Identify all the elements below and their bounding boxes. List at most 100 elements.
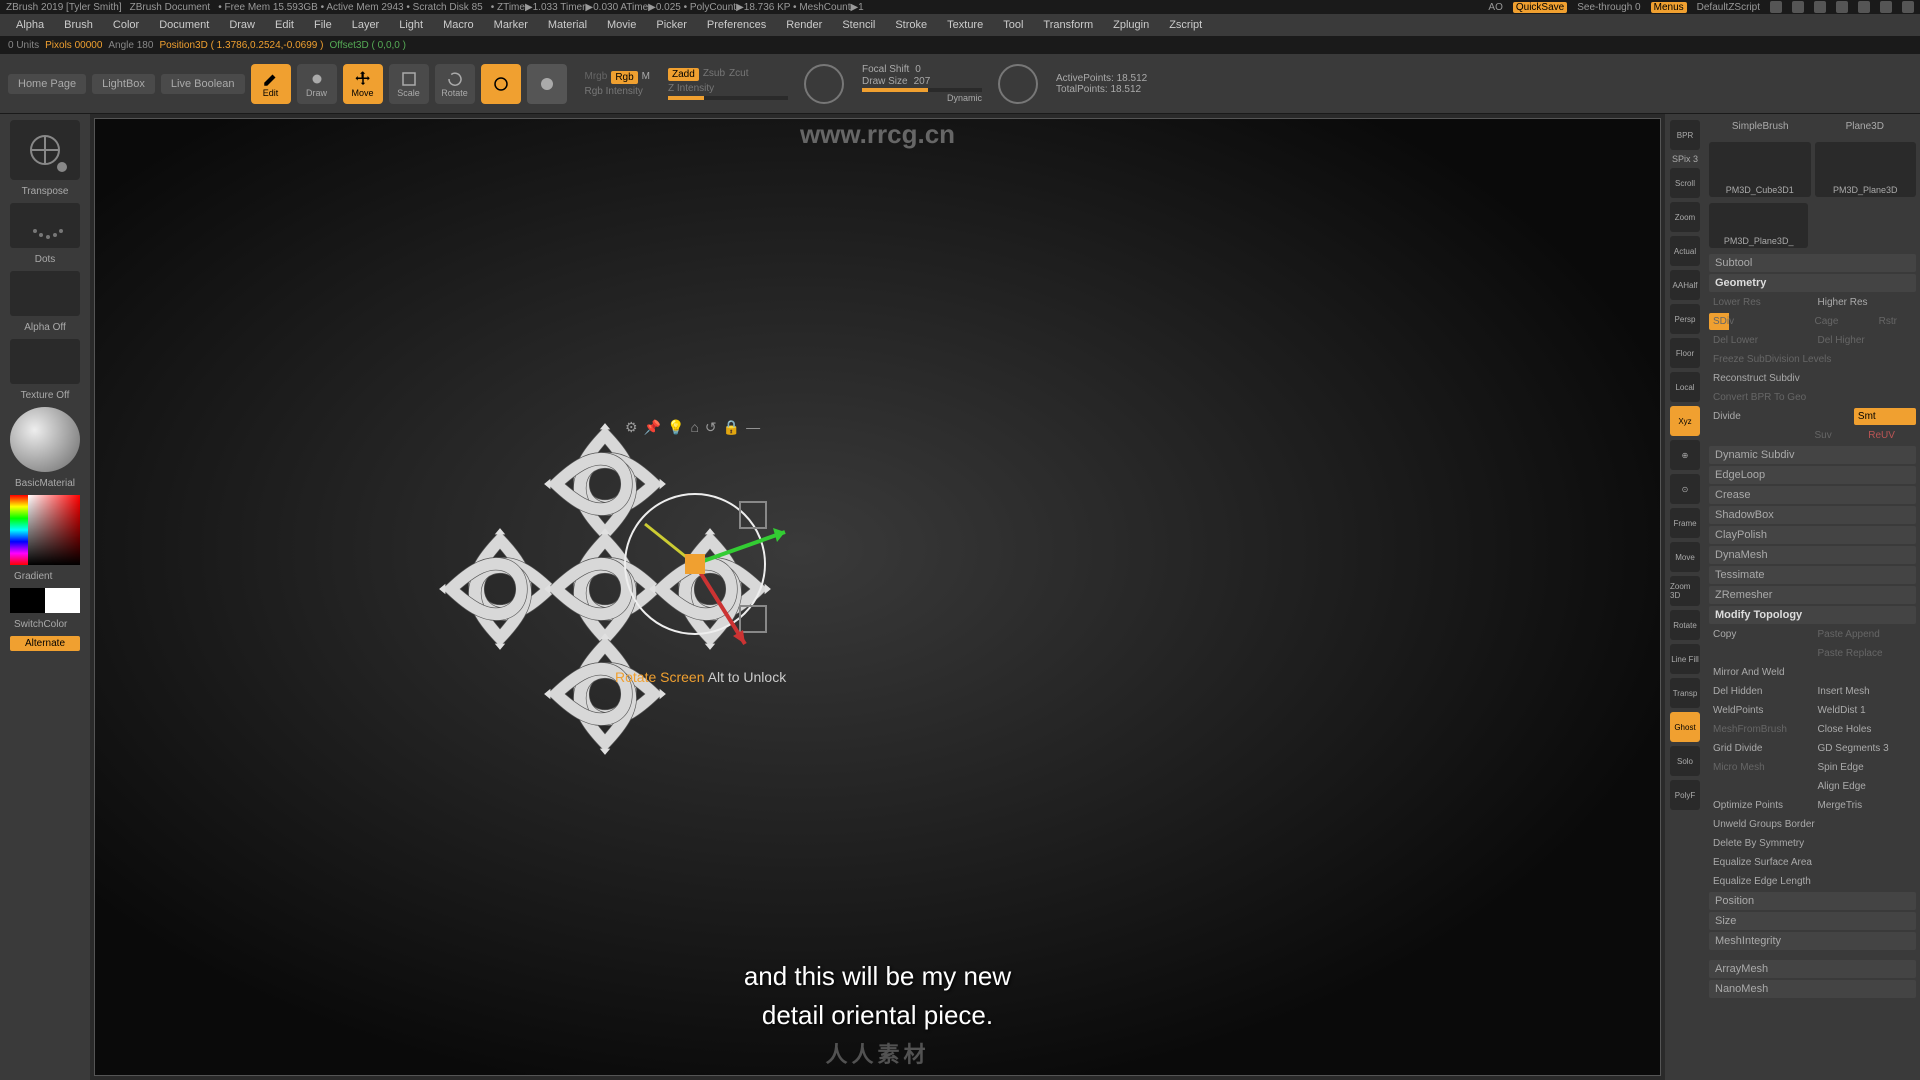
ghost-button[interactable]: Ghost	[1670, 712, 1700, 742]
subtool-section[interactable]: Subtool	[1709, 254, 1916, 272]
floor-button[interactable]: Floor	[1670, 338, 1700, 368]
bpr-button[interactable]: BPR	[1670, 120, 1700, 150]
edgeloop-section[interactable]: EdgeLoop	[1709, 466, 1916, 484]
menu-document[interactable]: Document	[151, 17, 217, 33]
center-button[interactable]: ⊕	[1670, 440, 1700, 470]
lock-gizmo-icon[interactable]: 🔒	[723, 419, 740, 436]
meshintegrity-section[interactable]: MeshIntegrity	[1709, 932, 1916, 950]
arraymesh-section[interactable]: ArrayMesh	[1709, 960, 1916, 978]
rgb-button[interactable]: Rgb	[611, 71, 637, 84]
transpose-thumb[interactable]	[10, 120, 80, 180]
menu-stencil[interactable]: Stencil	[834, 17, 883, 33]
mrgb-button[interactable]: Mrgb	[585, 71, 608, 84]
cage-button[interactable]: Cage	[1811, 313, 1873, 330]
optimize-points-button[interactable]: Optimize Points	[1709, 797, 1812, 814]
position-section[interactable]: Position	[1709, 892, 1916, 910]
swatch-pair[interactable]	[10, 588, 80, 613]
spin-edge-button[interactable]: Spin Edge	[1814, 759, 1917, 776]
menu-stroke[interactable]: Stroke	[887, 17, 935, 33]
shadowbox-section[interactable]: ShadowBox	[1709, 506, 1916, 524]
local-button[interactable]: Local	[1670, 372, 1700, 402]
align-edge-button[interactable]: Align Edge	[1814, 778, 1917, 795]
micro-mesh-button[interactable]: Micro Mesh	[1709, 759, 1812, 776]
lightbox-button[interactable]: LightBox	[92, 74, 155, 94]
reuv-button[interactable]: ReUV	[1864, 427, 1916, 444]
switchcolor-button[interactable]: SwitchColor	[6, 619, 67, 630]
actual-button[interactable]: Actual	[1670, 236, 1700, 266]
unweld-border-button[interactable]: Unweld Groups Border	[1709, 816, 1916, 833]
smt-button[interactable]: Smt	[1854, 408, 1916, 425]
menu-brush[interactable]: Brush	[56, 17, 101, 33]
modify-topology-section[interactable]: Modify Topology	[1709, 606, 1916, 624]
equalize-area-button[interactable]: Equalize Surface Area	[1709, 854, 1916, 871]
zadd-button[interactable]: Zadd	[668, 68, 699, 81]
menu-marker[interactable]: Marker	[486, 17, 536, 33]
paste-replace-button[interactable]: Paste Replace	[1814, 645, 1917, 662]
menu-preferences[interactable]: Preferences	[699, 17, 774, 33]
menu-edit[interactable]: Edit	[267, 17, 302, 33]
alternate-button[interactable]: Alternate	[10, 636, 80, 651]
sculptris-button[interactable]	[527, 64, 567, 104]
menu-zscript[interactable]: Zscript	[1161, 17, 1210, 33]
convert-bpr-button[interactable]: Convert BPR To Geo	[1709, 389, 1916, 406]
menu-texture[interactable]: Texture	[939, 17, 991, 33]
home-page-button[interactable]: Home Page	[8, 74, 86, 94]
menu-movie[interactable]: Movie	[599, 17, 644, 33]
lock-icon[interactable]	[1814, 1, 1826, 13]
minimize-icon[interactable]	[1858, 1, 1870, 13]
close-icon[interactable]	[1902, 1, 1914, 13]
welddist-slider[interactable]: WeldDist 1	[1814, 702, 1917, 719]
menu-render[interactable]: Render	[778, 17, 830, 33]
menu-alpha[interactable]: Alpha	[8, 17, 52, 33]
scale-mode-button[interactable]: Scale	[389, 64, 429, 104]
del-lower-button[interactable]: Del Lower	[1709, 332, 1812, 349]
stroke-thumb[interactable]	[10, 203, 80, 248]
crease-section[interactable]: Crease	[1709, 486, 1916, 504]
pin-icon[interactable]: 📌	[644, 419, 661, 436]
size-section[interactable]: Size	[1709, 912, 1916, 930]
material-thumb[interactable]	[10, 407, 80, 472]
linefill-button[interactable]: Line Fill	[1670, 644, 1700, 674]
transp-button[interactable]: Transp	[1670, 678, 1700, 708]
draw-size-slider[interactable]	[862, 88, 982, 92]
grid-divide-button[interactable]: Grid Divide	[1709, 740, 1812, 757]
insert-mesh-button[interactable]: Insert Mesh	[1814, 683, 1917, 700]
paste-append-button[interactable]: Paste Append	[1814, 626, 1917, 643]
mirror-weld-button[interactable]: Mirror And Weld	[1709, 664, 1916, 681]
tool-thumb-plane[interactable]: PM3D_Plane3D	[1815, 142, 1917, 197]
dynamesh-section[interactable]: DynaMesh	[1709, 546, 1916, 564]
persp-button[interactable]: Persp	[1670, 304, 1700, 334]
close-holes-button[interactable]: Close Holes	[1814, 721, 1917, 738]
polyf-button[interactable]: PolyF	[1670, 780, 1700, 810]
weldpoints-button[interactable]: WeldPoints	[1709, 702, 1812, 719]
menu-file[interactable]: File	[306, 17, 340, 33]
gd-segments-slider[interactable]: GD Segments 3	[1814, 740, 1917, 757]
color-picker[interactable]	[10, 495, 80, 565]
home-gizmo-icon[interactable]: ⌂	[690, 419, 698, 436]
live-boolean-button[interactable]: Live Boolean	[161, 74, 245, 94]
gizmo-toolbar[interactable]: ⚙ 📌 💡 ⌂ ↺ 🔒 —	[625, 419, 760, 436]
menus-toggle[interactable]: Menus	[1651, 2, 1687, 13]
nanomesh-section[interactable]: NanoMesh	[1709, 980, 1916, 998]
frame-button[interactable]: Frame	[1670, 508, 1700, 538]
user-icon[interactable]	[1792, 1, 1804, 13]
viewport[interactable]: www.rrcg.cn	[94, 118, 1661, 1076]
suv-button[interactable]: Suv	[1811, 427, 1863, 444]
menu-color[interactable]: Color	[105, 17, 147, 33]
home-icon[interactable]	[1770, 1, 1782, 13]
scroll-button[interactable]: Scroll	[1670, 168, 1700, 198]
menu-tool[interactable]: Tool	[995, 17, 1031, 33]
higher-res-button[interactable]: Higher Res	[1814, 294, 1917, 311]
reset-icon[interactable]: ↺	[705, 419, 717, 436]
settings-icon[interactable]	[1836, 1, 1848, 13]
transform-gizmo[interactable]	[595, 464, 815, 684]
m-button[interactable]: M	[642, 71, 650, 84]
aahalf-button[interactable]: AAHalf	[1670, 270, 1700, 300]
menu-layer[interactable]: Layer	[344, 17, 388, 33]
claypolish-section[interactable]: ClayPolish	[1709, 526, 1916, 544]
copy-button[interactable]: Copy	[1709, 626, 1812, 643]
menu-picker[interactable]: Picker	[648, 17, 695, 33]
rstr-button[interactable]: Rstr	[1875, 313, 1916, 330]
zcut-button[interactable]: Zcut	[729, 68, 748, 81]
gizmo-button[interactable]	[481, 64, 521, 104]
